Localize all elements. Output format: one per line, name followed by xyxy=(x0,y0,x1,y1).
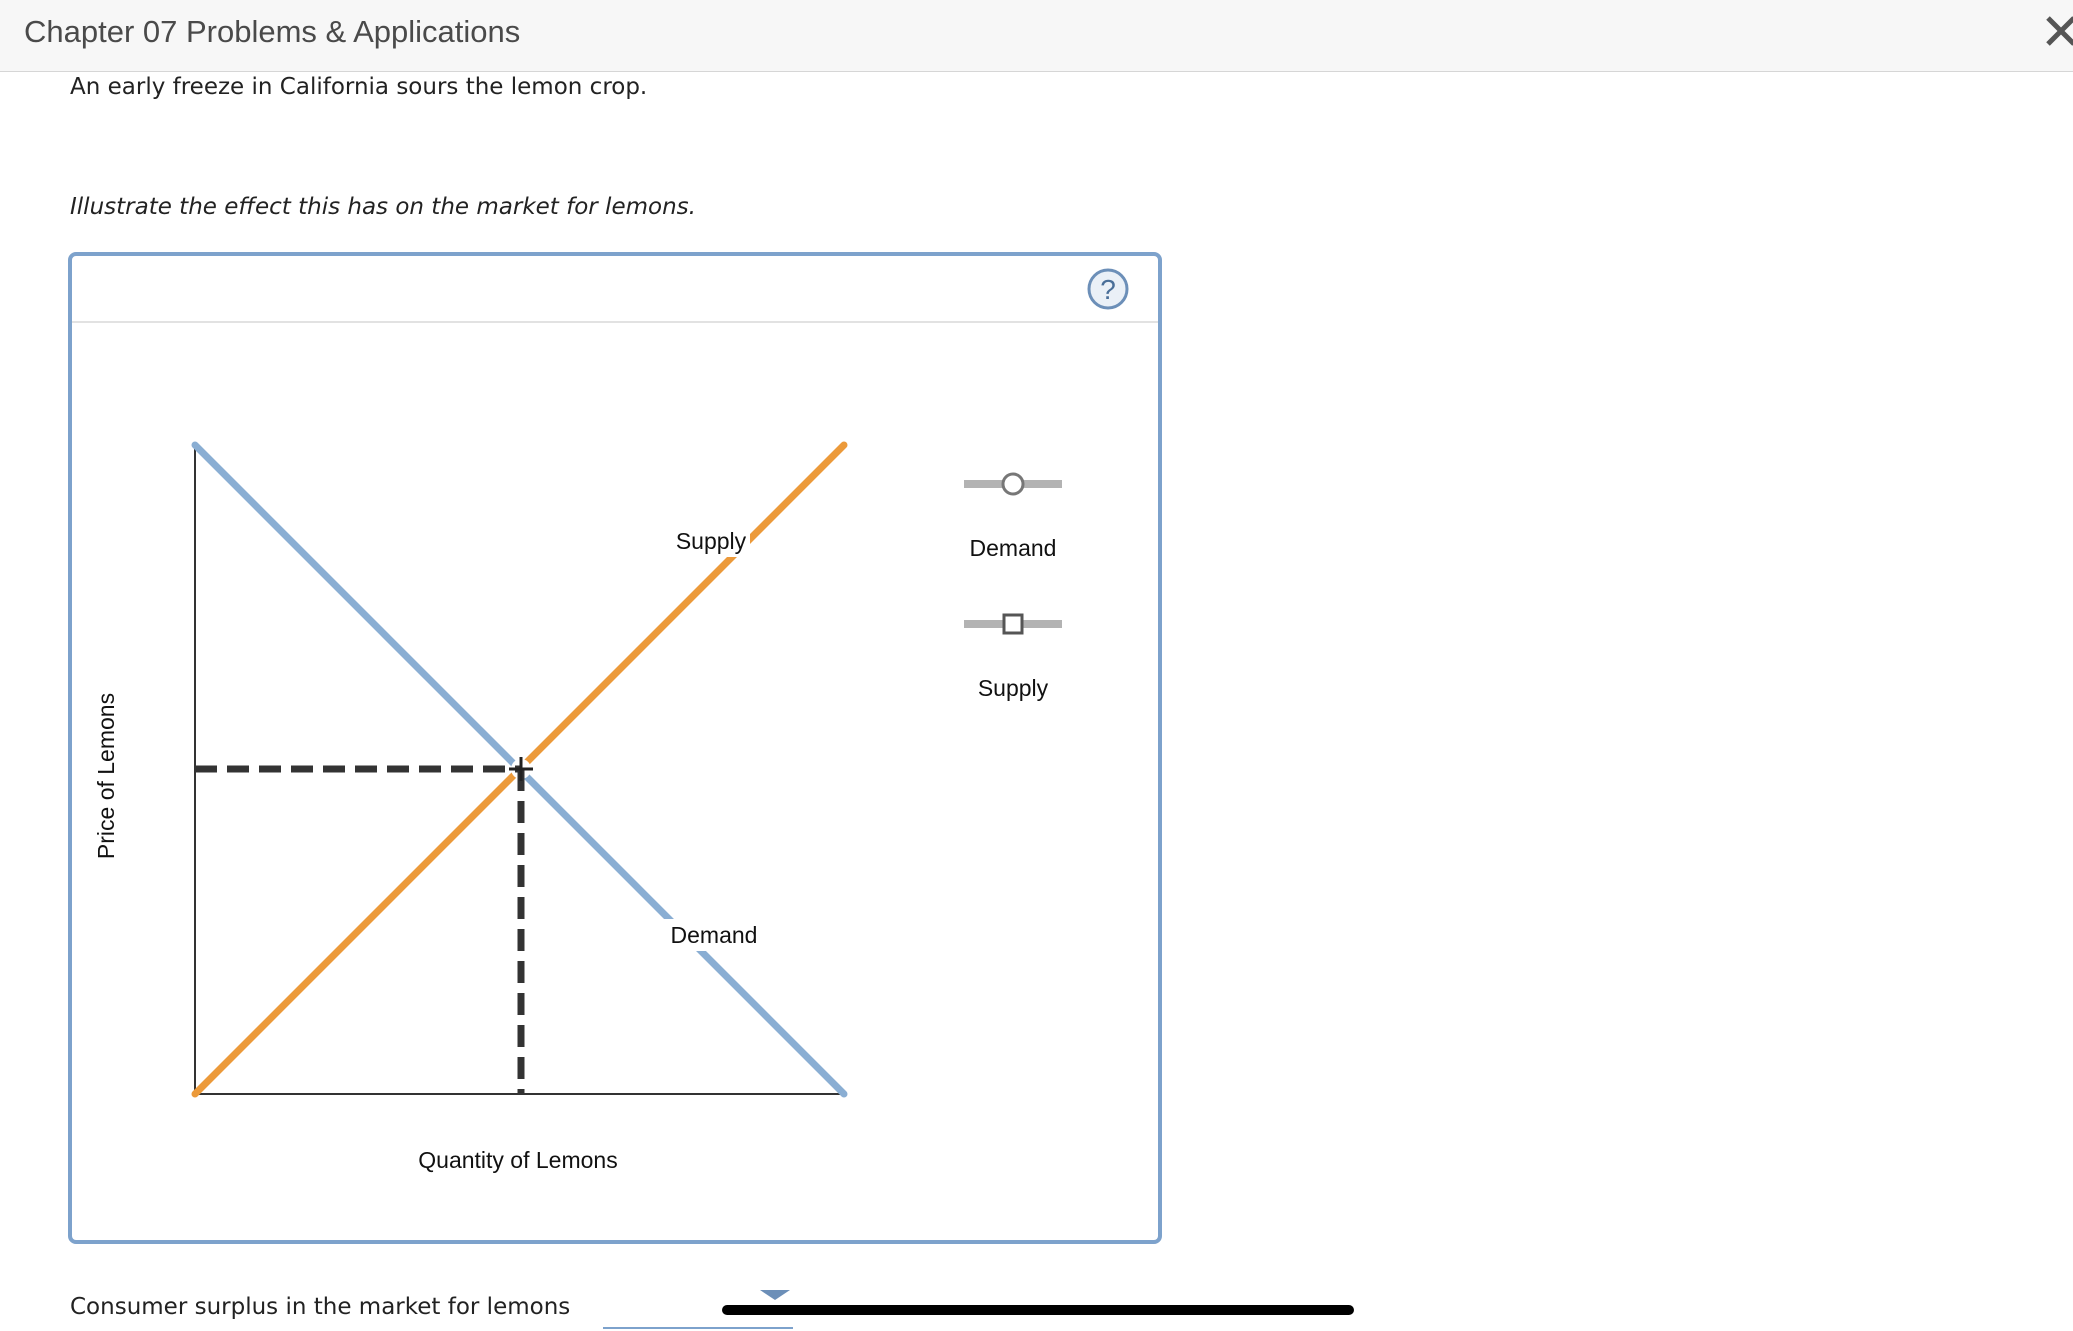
x-axis-label: Quantity of Lemons xyxy=(418,1147,617,1173)
dialog-header: Chapter 07 Problems & Applications xyxy=(0,0,2073,72)
problem-instruction: Illustrate the effect this has on the ma… xyxy=(70,194,696,220)
demand-tool-label[interactable]: Demand xyxy=(970,535,1057,561)
demand-tool[interactable] xyxy=(964,472,1062,496)
supply-demand-graph: Price of Lemons Quantity of Lemons Suppl… xyxy=(93,441,1062,1173)
scroll-indicator[interactable] xyxy=(722,1305,1354,1315)
supply-curve-label: Supply xyxy=(676,528,747,554)
chevron-down-icon xyxy=(760,1290,790,1300)
problem-intro: An early freeze in California sours the … xyxy=(70,74,648,100)
close-icon[interactable] xyxy=(2044,14,2073,48)
supply-tool-label[interactable]: Supply xyxy=(978,675,1049,701)
demand-curve-label: Demand xyxy=(671,922,758,948)
supply-tool[interactable] xyxy=(964,613,1062,635)
y-axis-label: Price of Lemons xyxy=(93,693,119,859)
graph-panel: ? Price of Lemons Quantity of Lemons Sup… xyxy=(68,252,1162,1244)
page-title: Chapter 07 Problems & Applications xyxy=(24,14,521,49)
question-text: Consumer surplus in the market for lemon… xyxy=(70,1294,571,1320)
